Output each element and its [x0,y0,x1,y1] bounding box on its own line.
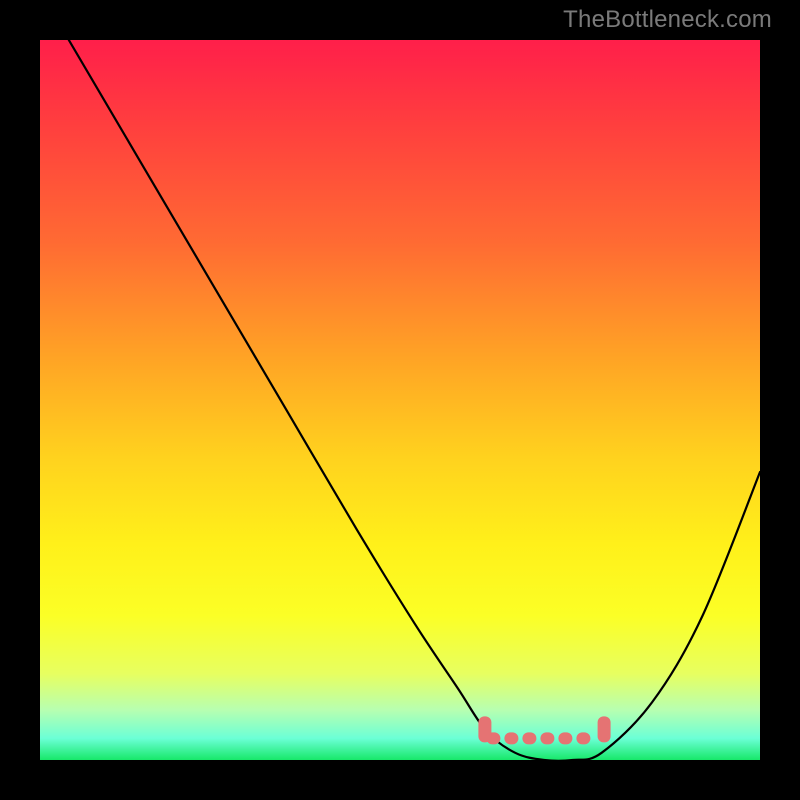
optimal-band-marker [522,732,536,744]
optimal-band-right-cap [598,716,611,742]
bottleneck-curve-path [69,40,760,760]
curve-overlay [40,40,760,760]
optimal-band-markers [486,732,590,744]
optimal-band-marker [540,732,554,744]
optimal-band-marker [576,732,590,744]
optimal-band-left-cap [478,716,491,742]
chart-frame: TheBottleneck.com [0,0,800,800]
watermark-text: TheBottleneck.com [563,6,772,34]
optimal-band-marker [558,732,572,744]
optimal-band-marker [504,732,518,744]
